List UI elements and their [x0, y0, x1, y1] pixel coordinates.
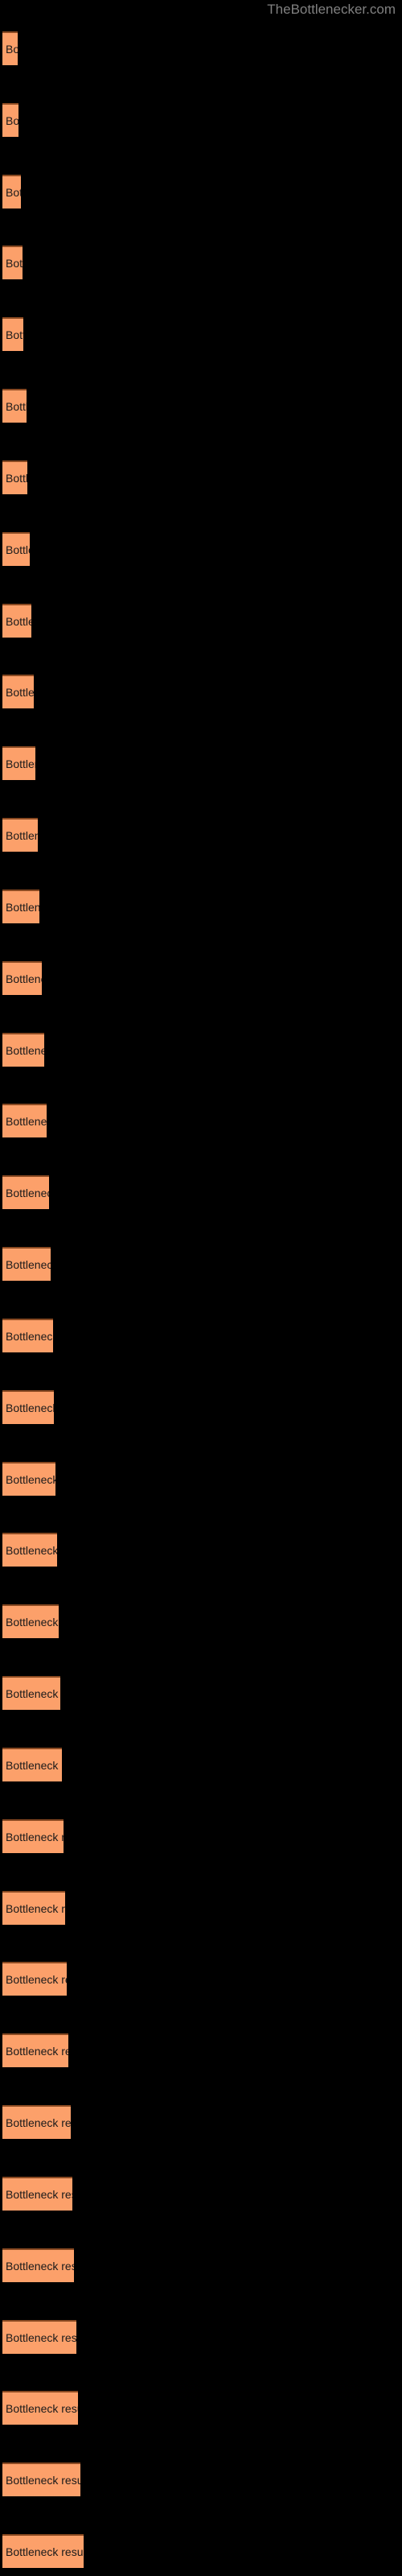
bar-label: Bottleneck result	[6, 1472, 55, 1486]
bar-label: Bottleneck result	[6, 543, 30, 556]
bar: Bottleneck result	[2, 2391, 78, 2425]
bar-label: Bottleneck result	[6, 686, 34, 700]
bar-label: Bottleneck result	[6, 1901, 65, 1915]
bar-label: Bottleneck result	[6, 1043, 44, 1057]
bar: Bottleneck result	[2, 1604, 59, 1639]
bar-label: Bottleneck result	[6, 2402, 78, 2416]
bar-label: Bottleneck result	[6, 400, 27, 414]
bar-label: Bottleneck result	[6, 1187, 49, 1200]
bar: Bottleneck result	[2, 960, 42, 995]
bar: Bottleneck result	[2, 389, 27, 423]
bar: Bottleneck result	[2, 1461, 55, 1496]
bar: Bottleneck result	[2, 1747, 62, 1781]
bar-label: Bottleneck result	[6, 1401, 54, 1414]
bar: Bottleneck result	[2, 31, 18, 65]
bar-label: Bottleneck result	[6, 185, 21, 199]
bar: Bottleneck result	[2, 746, 35, 781]
bar-label: Bottleneck result	[6, 1258, 51, 1272]
bar-label: Bottleneck result	[6, 2187, 72, 2201]
bar: Bottleneck result	[2, 1175, 49, 1210]
bar: Bottleneck result	[2, 2105, 71, 2140]
bar: Bottleneck result	[2, 1318, 53, 1352]
bar: Bottleneck result	[2, 2319, 76, 2354]
bar: Bottleneck result	[2, 2248, 74, 2282]
bar: Bottleneck result	[2, 174, 21, 208]
bar-label: Bottleneck result	[6, 614, 31, 628]
bar: Bottleneck result	[2, 603, 31, 638]
bar: Bottleneck result	[2, 1818, 64, 1853]
bar: Bottleneck result	[2, 1890, 65, 1925]
bar-label: Bottleneck result	[6, 328, 23, 342]
bar-label: Bottleneck result	[6, 1616, 59, 1629]
bottleneck-bar-chart: TheBottlenecker.com Bottleneck resultBot…	[0, 0, 402, 2576]
bar-label: Bottleneck result	[6, 43, 18, 56]
bar-label: Bottleneck result	[6, 114, 18, 127]
bar-label: Bottleneck result	[6, 758, 35, 771]
bar: Bottleneck result	[2, 1104, 47, 1138]
bar: Bottleneck result	[2, 2033, 68, 2068]
bar-label: Bottleneck result	[6, 471, 27, 485]
bar-label: Bottleneck result	[6, 972, 42, 985]
bar: Bottleneck result	[2, 1533, 57, 1567]
bar-label: Bottleneck result	[6, 1758, 62, 1772]
bar: Bottleneck result	[2, 1676, 60, 1711]
bar-label: Bottleneck result	[6, 2116, 71, 2130]
bar-label: Bottleneck result	[6, 2474, 80, 2487]
bar-label: Bottleneck result	[6, 1687, 60, 1701]
bar-label: Bottleneck result	[6, 2259, 74, 2273]
plot-area: Bottleneck result Bottleneck result Bottle…	[0, 0, 402, 2576]
bar-label: Bottleneck result	[6, 900, 39, 914]
bar: Bottleneck result	[2, 2176, 72, 2211]
bar-label: Bottleneck result	[6, 1544, 57, 1558]
bar: Bottleneck result	[2, 675, 34, 709]
bar: Bottleneck result	[2, 460, 27, 494]
bar: Bottleneck result	[2, 2462, 80, 2497]
bar-label: Bottleneck result	[6, 1329, 53, 1343]
bar: Bottleneck result	[2, 1032, 44, 1067]
bar: Bottleneck result	[2, 1962, 67, 1996]
bar: Bottleneck result	[2, 889, 39, 923]
bar-label: Bottleneck result	[6, 1973, 67, 1987]
bar: Bottleneck result	[2, 2534, 84, 2568]
bar-label: Bottleneck result	[6, 1830, 64, 1843]
bar: Bottleneck result	[2, 1247, 51, 1282]
bar: Bottleneck result	[2, 1389, 54, 1424]
bar-label: Bottleneck result	[6, 2545, 84, 2558]
bar: Bottleneck result	[2, 531, 30, 566]
bar-label: Bottleneck result	[6, 1115, 47, 1129]
bar: Bottleneck result	[2, 317, 23, 352]
bar: Bottleneck result	[2, 102, 18, 137]
bar-label: Bottleneck result	[6, 2330, 76, 2344]
bar-label: Bottleneck result	[6, 2045, 68, 2058]
bar-label: Bottleneck result	[6, 829, 38, 843]
bar-label: Bottleneck result	[6, 257, 23, 270]
bar: Bottleneck result	[2, 246, 23, 280]
bar: Bottleneck result	[2, 818, 38, 852]
